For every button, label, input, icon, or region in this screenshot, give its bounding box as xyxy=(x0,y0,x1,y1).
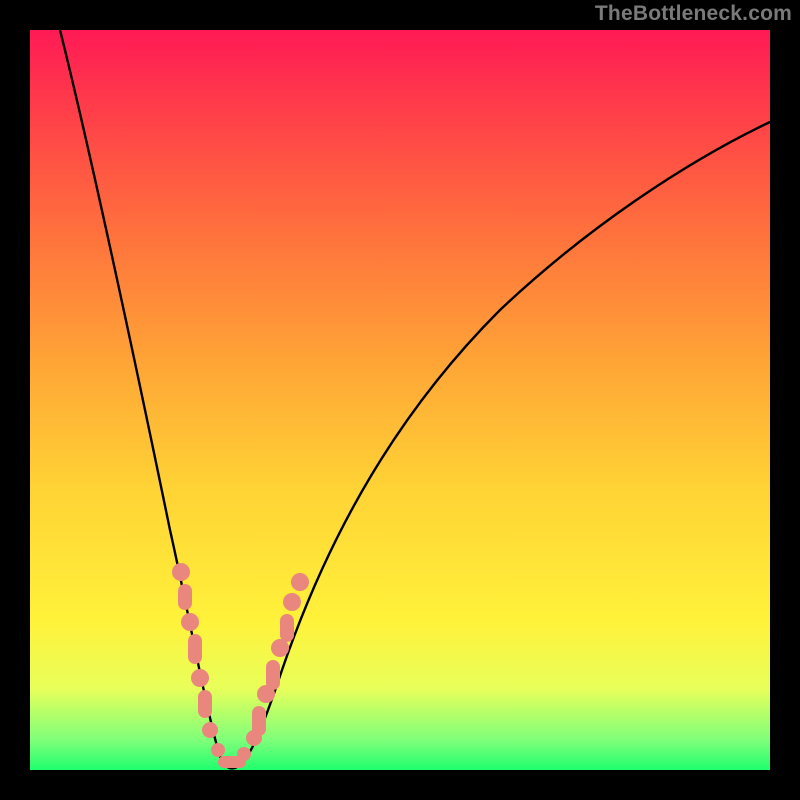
bottleneck-curve xyxy=(30,30,770,770)
curve-path xyxy=(60,30,770,768)
watermark-text: TheBottleneck.com xyxy=(595,2,792,26)
bead-cluster xyxy=(172,563,309,768)
outer-frame: TheBottleneck.com xyxy=(0,0,800,800)
plot-area xyxy=(30,30,770,770)
